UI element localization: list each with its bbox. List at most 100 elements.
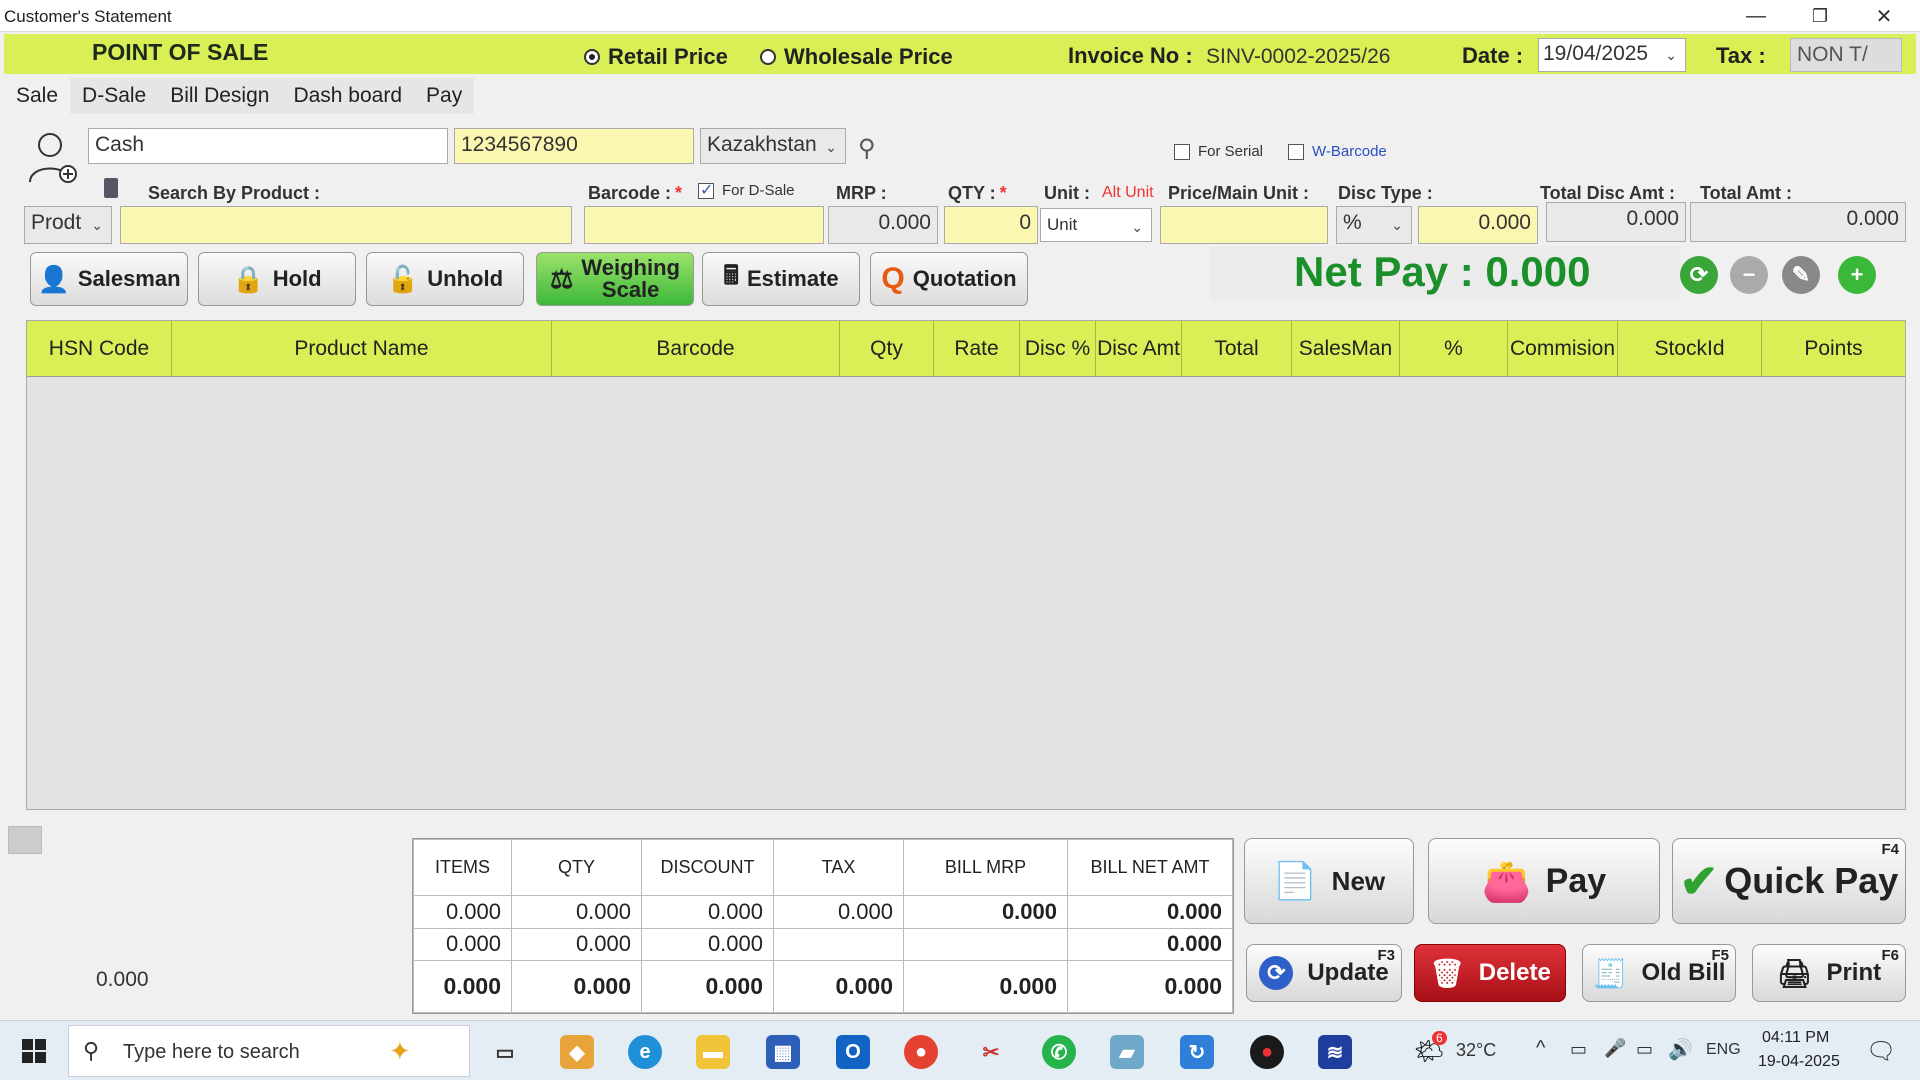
col-salesman[interactable]: SalesMan bbox=[1292, 321, 1400, 377]
mrp-label: MRP : bbox=[836, 183, 887, 203]
col-rate[interactable]: Rate bbox=[934, 321, 1020, 377]
disc-value-input[interactable]: 0.000 bbox=[1418, 206, 1538, 244]
file-explorer-icon[interactable]: ▬ bbox=[696, 1035, 730, 1069]
app-icon[interactable]: ▰ bbox=[1110, 1035, 1144, 1069]
col-hsn-code[interactable]: HSN Code bbox=[27, 321, 172, 377]
wholesale-price-radio[interactable]: Wholesale Price bbox=[760, 44, 953, 70]
minimize-button[interactable]: — bbox=[1724, 0, 1788, 32]
tax-select[interactable]: NON T/ bbox=[1790, 38, 1902, 72]
quick-pay-button[interactable]: ✔ Quick Pay F4 bbox=[1672, 838, 1906, 924]
print-button[interactable]: 🖨 Print F6 bbox=[1752, 944, 1906, 1002]
delete-button[interactable]: 🗑 Delete bbox=[1414, 944, 1566, 1002]
quotation-button[interactable]: Q Quotation bbox=[870, 252, 1028, 306]
col-disc-amt[interactable]: Disc Amt bbox=[1096, 321, 1182, 377]
old-bill-shortcut: F5 bbox=[1711, 947, 1729, 964]
col-total[interactable]: Total bbox=[1182, 321, 1292, 377]
summary-total-cell: 0.000 bbox=[1067, 960, 1233, 1013]
outlook-icon[interactable]: O bbox=[836, 1035, 870, 1069]
close-button[interactable]: ✕ bbox=[1852, 0, 1916, 32]
tab-d-sale[interactable]: D-Sale bbox=[70, 78, 159, 114]
col-commision[interactable]: Commision bbox=[1508, 321, 1618, 377]
quotation-icon: Q bbox=[881, 262, 905, 295]
for-serial-checkbox[interactable]: For Serial bbox=[1174, 143, 1263, 160]
qty-input[interactable]: 0 bbox=[944, 206, 1038, 244]
price-input[interactable] bbox=[1160, 206, 1328, 244]
col-percent[interactable]: % bbox=[1400, 321, 1508, 377]
remote-desktop-icon[interactable]: ↻ bbox=[1180, 1035, 1214, 1069]
notifications-icon[interactable]: 🗨 bbox=[1866, 1037, 1896, 1066]
summary-cell: 0.000 bbox=[641, 927, 774, 961]
weighing-scale-button[interactable]: ⚖ Weighing Scale bbox=[536, 252, 694, 306]
recorder-icon[interactable]: ● bbox=[1250, 1035, 1284, 1069]
for-dsale-checkbox[interactable]: For D-Sale bbox=[698, 180, 795, 200]
chrome-icon[interactable]: ● bbox=[904, 1035, 938, 1069]
minus-icon[interactable]: − bbox=[1730, 256, 1768, 294]
tab-pay[interactable]: Pay bbox=[414, 78, 475, 114]
clock-date[interactable]: 19-04-2025 bbox=[1758, 1053, 1840, 1071]
refresh-icon: ⟳ bbox=[1259, 956, 1294, 990]
col-product-name[interactable]: Product Name bbox=[172, 321, 552, 377]
display-icon[interactable]: ▭ bbox=[1636, 1039, 1653, 1060]
microphone-icon[interactable]: 🎤 bbox=[1604, 1038, 1626, 1059]
customer-phone-input[interactable]: 1234567890 bbox=[454, 128, 694, 164]
unhold-button[interactable]: 🔓 Unhold bbox=[366, 252, 524, 306]
quick-pay-label: Quick Pay bbox=[1724, 860, 1899, 901]
for-serial-label: For Serial bbox=[1198, 143, 1264, 160]
barcode-input[interactable] bbox=[584, 206, 824, 244]
pos-app-icon[interactable]: ≋ bbox=[1318, 1035, 1352, 1069]
radio-selected-icon bbox=[584, 49, 600, 65]
product-search-input[interactable] bbox=[120, 206, 572, 244]
estimate-button[interactable]: 🖩 Estimate bbox=[702, 252, 860, 306]
language-indicator[interactable]: ENG bbox=[1706, 1041, 1741, 1059]
radio-unselected-icon bbox=[760, 49, 776, 65]
chevron-up-icon[interactable]: ^ bbox=[1536, 1037, 1545, 1060]
checkbox-icon bbox=[1288, 143, 1304, 160]
copilot-icon[interactable]: ◆ bbox=[560, 1035, 594, 1069]
mrp-input[interactable]: 0.000 bbox=[828, 206, 938, 244]
refresh-icon[interactable]: ⟳ bbox=[1680, 256, 1718, 294]
col-qty[interactable]: Qty bbox=[840, 321, 934, 377]
salesman-button[interactable]: 👤 Salesman bbox=[30, 252, 188, 306]
tab-bill-design[interactable]: Bill Design bbox=[158, 78, 282, 114]
search-mode-select[interactable]: Prodt ⌄ bbox=[24, 206, 112, 244]
pay-button[interactable]: 👛 Pay bbox=[1428, 838, 1660, 924]
col-barcode[interactable]: Barcode bbox=[552, 321, 840, 377]
volume-icon[interactable]: 🔊 bbox=[1668, 1037, 1693, 1062]
customer-name-input[interactable]: Cash bbox=[88, 128, 448, 164]
disc-type-select[interactable]: % ⌄ bbox=[1336, 206, 1412, 244]
update-button[interactable]: ⟳ Update F3 bbox=[1246, 944, 1402, 1002]
chevron-down-icon: ⌄ bbox=[91, 217, 103, 234]
search-icon: ⚲ bbox=[83, 1038, 100, 1063]
new-button[interactable]: 📄 New bbox=[1244, 838, 1414, 924]
store-icon[interactable]: ▦ bbox=[766, 1035, 800, 1069]
plus-icon[interactable]: + bbox=[1838, 256, 1876, 294]
restore-button[interactable]: ❐ bbox=[1788, 0, 1852, 32]
hold-button[interactable]: 🔒 Hold bbox=[198, 252, 356, 306]
col-disc-percent[interactable]: Disc % bbox=[1020, 321, 1096, 377]
w-barcode-checkbox[interactable]: W-Barcode bbox=[1288, 143, 1387, 160]
task-view-icon[interactable]: ▭ bbox=[488, 1035, 522, 1069]
snipping-tool-icon[interactable]: ✂ bbox=[974, 1035, 1008, 1069]
tab-dash-board[interactable]: Dash board bbox=[281, 78, 415, 114]
date-picker[interactable]: 19/04/2025 ⌄ bbox=[1538, 38, 1686, 72]
search-icon[interactable]: ⚲ bbox=[858, 134, 876, 163]
country-select[interactable]: Kazakhstan ⌄ bbox=[700, 128, 846, 164]
retail-price-radio[interactable]: Retail Price bbox=[584, 44, 728, 70]
trash-icon: 🗑 bbox=[1429, 957, 1465, 989]
taskbar-search-box[interactable]: ⚲ Type here to search ✦ bbox=[68, 1025, 470, 1077]
edit-icon[interactable]: ✎ bbox=[1782, 256, 1820, 294]
items-grid[interactable]: HSN Code Product Name Barcode Qty Rate D… bbox=[26, 320, 1906, 810]
add-customer-icon[interactable] bbox=[26, 130, 78, 186]
weighing-scale-line-2: Scale bbox=[601, 277, 660, 302]
edge-icon[interactable]: e bbox=[628, 1035, 662, 1069]
clock-time[interactable]: 04:11 PM bbox=[1762, 1029, 1829, 1047]
old-bill-button[interactable]: 🧾 Old Bill F5 bbox=[1582, 944, 1736, 1002]
network-icon[interactable]: ▭ bbox=[1570, 1039, 1587, 1060]
col-points[interactable]: Points bbox=[1762, 321, 1905, 377]
bill-icon: 🧾 bbox=[1592, 957, 1628, 989]
windows-start-icon[interactable] bbox=[22, 1039, 46, 1063]
tab-sale[interactable]: Sale bbox=[4, 78, 71, 114]
col-stock-id[interactable]: StockId bbox=[1618, 321, 1762, 377]
unit-select[interactable]: Unit ⌄ bbox=[1040, 208, 1152, 242]
whatsapp-icon[interactable]: ✆ bbox=[1042, 1035, 1076, 1069]
